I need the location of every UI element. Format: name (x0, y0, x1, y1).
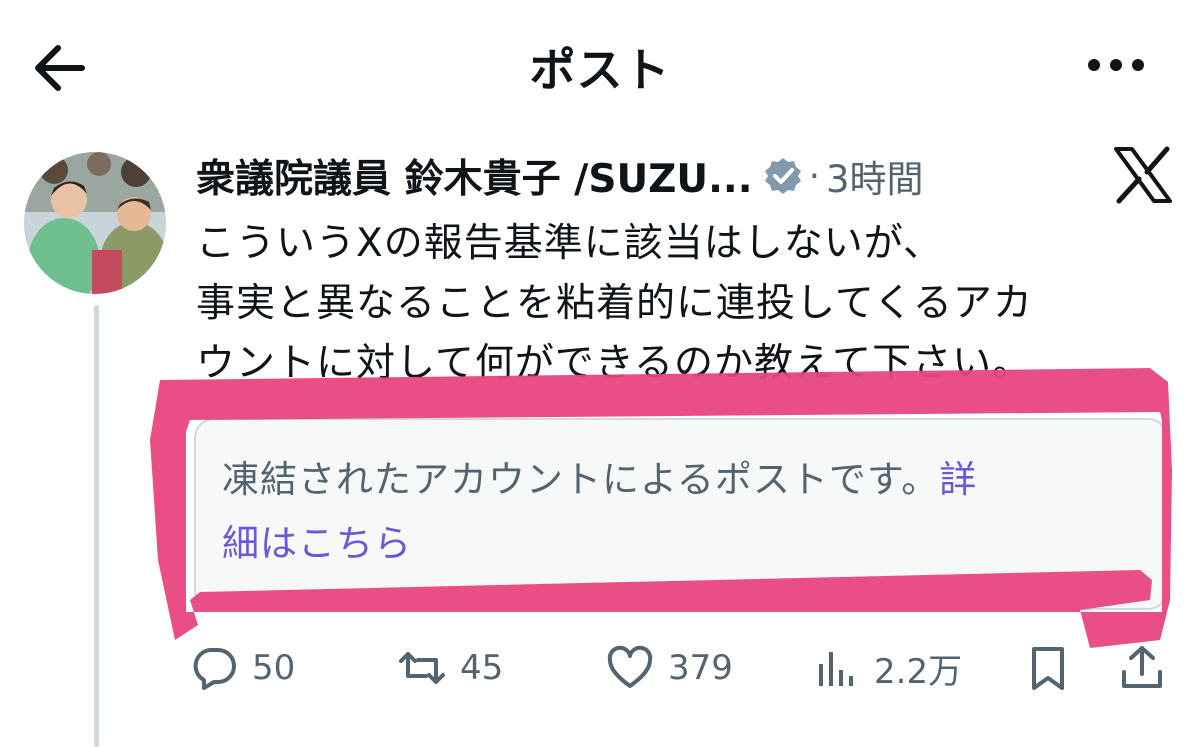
repost-count: 45 (460, 648, 504, 688)
share-icon (1122, 646, 1162, 688)
post-time[interactable]: 3時間 (826, 149, 924, 203)
like-count: 379 (668, 648, 733, 688)
notice-text: 凍結されたアカウントによるポストです。 (222, 458, 940, 501)
separator-dot: · (808, 155, 821, 197)
share-button[interactable] (1118, 640, 1166, 696)
post-text: こういうXの報告基準に該当はしないが、 事実と異なることを粘着的に連投してくるア… (196, 214, 1156, 394)
repost-icon (399, 652, 445, 684)
avatar[interactable] (24, 152, 166, 294)
heart-icon (607, 645, 653, 688)
verified-badge-icon (763, 156, 803, 196)
views-button[interactable]: 2.2万 (812, 640, 962, 696)
repost-button[interactable]: 45 (398, 640, 503, 696)
bookmark-icon (1032, 647, 1064, 690)
suspended-post-notice: 凍結されたアカウントによるポストです。詳 細はこちら (194, 418, 1168, 610)
post-text-line: ウントに対して何ができるのか教えて下さい。 (196, 341, 1033, 386)
x-logo-icon[interactable] (1112, 146, 1174, 204)
post-text-line: こういうXの報告基準に該当はしないが、 (196, 221, 943, 266)
details-link-continued[interactable]: 細はこちら (222, 522, 412, 565)
like-button[interactable]: 379 (606, 640, 733, 696)
page-title: ポスト (529, 43, 671, 97)
analytics-icon (819, 652, 853, 686)
more-dots-icon[interactable] (1084, 50, 1148, 80)
reply-count: 50 (252, 648, 296, 688)
post-header: 衆議院議員 鈴木貴子 /SUZU... · 3時間 (196, 148, 924, 204)
details-link[interactable]: 詳 (939, 458, 977, 501)
reply-icon (193, 648, 236, 690)
bookmark-button[interactable] (1024, 640, 1072, 696)
author-name[interactable]: 衆議院議員 鈴木貴子 /SUZU... (196, 148, 753, 204)
post-text-line: 事実と異なることを粘着的に連投してくるアカ (196, 281, 1033, 326)
post-detail-screen: ポスト 衆議院議員 鈴木貴子 /SUZU... · 3時間 こういうXの報告基準… (0, 0, 1200, 747)
view-count: 2.2万 (874, 651, 963, 692)
reply-button[interactable]: 50 (190, 640, 295, 696)
thread-line (94, 305, 99, 747)
